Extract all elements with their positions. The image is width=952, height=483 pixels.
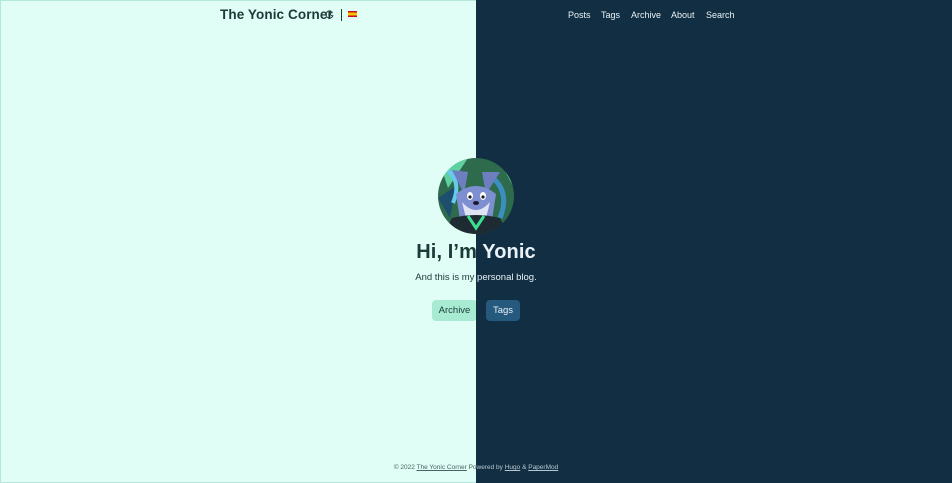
footer-papermod-link[interactable]: PaperMod <box>528 464 558 471</box>
footer-copyright: © 2022 <box>393 464 415 471</box>
spain-flag-icon[interactable] <box>348 11 357 17</box>
nav-search[interactable]: Search <box>706 10 735 20</box>
header-separator <box>341 9 342 21</box>
archive-button[interactable]: Archive <box>432 300 476 321</box>
footer-hugo-link[interactable]: Hugo <box>505 464 521 471</box>
nav-tags[interactable]: Tags <box>601 10 620 20</box>
tags-button[interactable]: Tags <box>486 300 520 321</box>
moon-icon[interactable] <box>325 10 334 19</box>
footer-amp: & <box>522 464 527 471</box>
nav-posts[interactable]: Posts <box>568 10 591 20</box>
nav-archive[interactable]: Archive <box>631 10 661 20</box>
footer-site-link[interactable]: The Yonic Corner <box>417 464 467 471</box>
nav-about[interactable]: About <box>671 10 695 20</box>
site-title[interactable]: The Yonic Corner <box>220 7 333 22</box>
